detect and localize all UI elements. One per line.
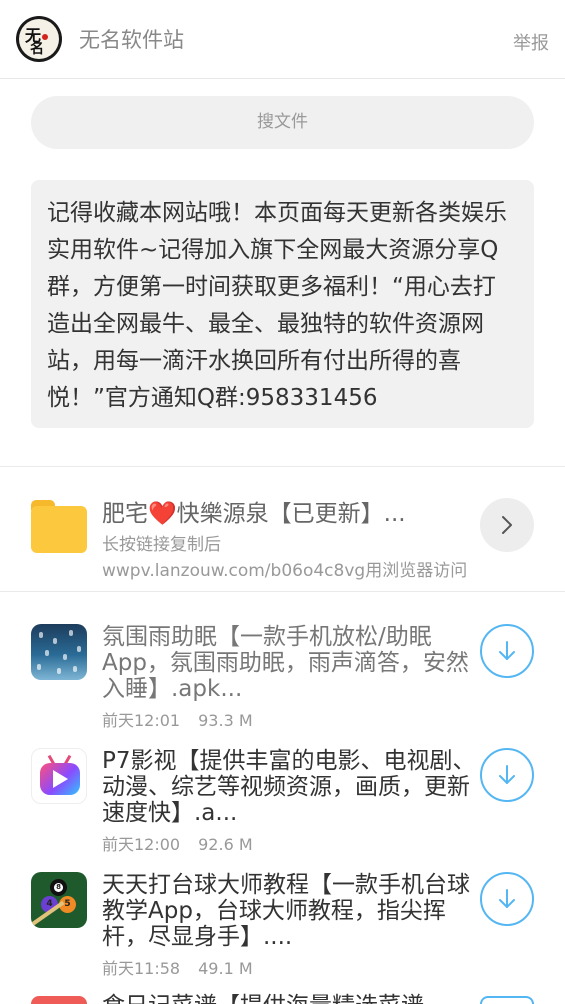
report-link[interactable]: 举报 [513, 29, 549, 55]
chevron-right-icon [502, 516, 512, 534]
folder-title-part-2: 快樂源泉【已更新】... [176, 501, 406, 527]
folder-icon[interactable] [31, 500, 87, 554]
logo-char-2: 名 [30, 41, 44, 57]
billiards-app-icon[interactable]: 8 4 5 [31, 872, 87, 928]
file-meta: 前天12:01 93.3 M [102, 707, 253, 731]
file-title[interactable]: 天天打台球大师教程【一款手机台球教学App，台球大师教程，指尖挥杆，尽显身手】.… [102, 872, 477, 950]
notice-box: 记得收藏本网站哦！本页面每天更新各类娱乐实用软件~记得加入旗下全网最大资源分享Q… [31, 180, 534, 428]
site-title: 无名软件站 [79, 28, 184, 52]
rain-app-icon[interactable] [31, 624, 87, 680]
search-input[interactable]: 搜文件 [31, 96, 534, 149]
download-arrow-icon [499, 889, 515, 908]
folder-url-hint: wwpv.lanzouw.com/b06o4c8vg用浏览器访问 [102, 561, 468, 581]
file-meta: 前天11:58 49.1 M [102, 955, 253, 979]
file-size: 92.6 M [198, 835, 253, 854]
file-title[interactable]: 氛围雨助眠【一款手机放松/助眠App，氛围雨助眠，雨声滴答，安然入睡】.apk.… [102, 624, 477, 702]
site-logo[interactable]: 无 名 [16, 16, 62, 62]
file-meta: 前天12:00 92.6 M [102, 831, 253, 855]
heart-icon: ❤️ [148, 501, 177, 527]
file-size: 93.3 M [198, 711, 253, 730]
download-button[interactable] [480, 624, 534, 678]
folder-title[interactable]: 肥宅❤️快樂源泉【已更新】... [102, 494, 406, 528]
download-button[interactable] [480, 996, 534, 1004]
header: 无 名 无名软件站 举报 [0, 0, 565, 79]
ball-8: 8 [50, 879, 67, 896]
divider [0, 466, 565, 467]
download-arrow-icon [499, 641, 515, 660]
file-time: 前天11:58 [102, 959, 181, 978]
p7-video-app-icon[interactable] [31, 748, 87, 804]
play-icon [53, 770, 68, 788]
recipe-app-icon[interactable] [31, 996, 87, 1004]
download-arrow-icon [499, 765, 515, 784]
file-size: 49.1 M [198, 959, 253, 978]
file-time: 前天12:01 [102, 711, 181, 730]
file-title[interactable]: P7影视【提供丰富的电影、电视剧、动漫、综艺等视频资源，画质，更新速度快】.a.… [102, 748, 477, 826]
folder-icon-body [31, 506, 87, 553]
download-button[interactable] [480, 748, 534, 802]
file-time: 前天12:00 [102, 835, 181, 854]
folder-subtitle: 长按链接复制后 [102, 535, 221, 555]
download-button[interactable] [480, 872, 534, 926]
file-title[interactable]: 食日记菜谱【提供海量精选菜谱 [102, 993, 477, 1004]
folder-title-part-1: 肥宅 [102, 501, 148, 527]
divider [0, 591, 565, 592]
open-folder-button[interactable] [480, 498, 534, 552]
